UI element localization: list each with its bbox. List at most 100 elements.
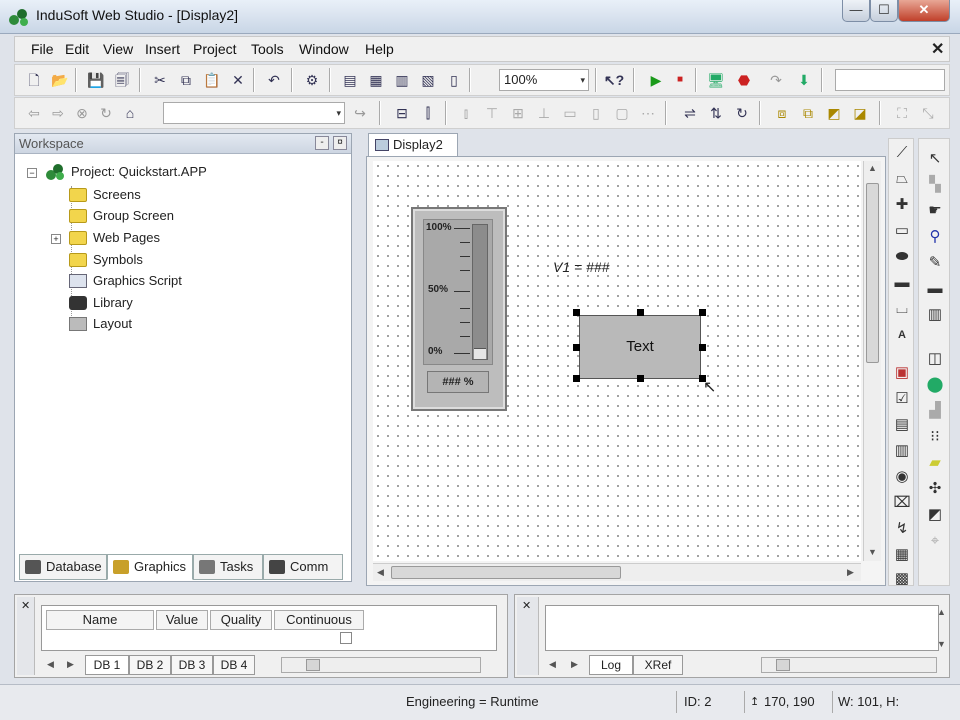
lock-object-icon[interactable]: ⛶ bbox=[891, 102, 913, 124]
scroll-left-icon[interactable]: ◀ bbox=[377, 567, 384, 578]
frame-icon[interactable]: ⌴ bbox=[892, 299, 912, 319]
text-tool-icon[interactable]: A bbox=[892, 325, 912, 345]
menu-help[interactable]: Help bbox=[365, 41, 394, 57]
select-arrow-icon[interactable]: ↖ bbox=[925, 149, 945, 169]
button-tool-icon[interactable]: ▣ bbox=[892, 363, 912, 383]
vertical-scroll-thumb[interactable] bbox=[866, 183, 879, 363]
horizontal-scrollbar[interactable]: ◀ ▶ bbox=[373, 563, 861, 581]
align-middle-icon[interactable]: ⊞ bbox=[507, 102, 529, 124]
save-all-icon[interactable]: 🗐 bbox=[111, 69, 133, 91]
flip-vertical-icon[interactable]: ⇅ bbox=[705, 102, 727, 124]
document-close-icon[interactable]: ✕ bbox=[931, 39, 944, 59]
send-to-target-icon[interactable]: ↷ bbox=[765, 69, 787, 91]
visibility-icon[interactable]: ⁝⁝ bbox=[925, 427, 945, 447]
expand-icon[interactable]: + bbox=[51, 234, 61, 244]
horizontal-scrollbar[interactable] bbox=[761, 657, 937, 673]
alarm-icon[interactable]: ▦ bbox=[892, 545, 912, 565]
forward-arrow-icon[interactable]: ⇨ bbox=[47, 102, 69, 124]
column-header-value[interactable]: Value bbox=[156, 610, 208, 630]
menu-view[interactable]: View bbox=[103, 41, 133, 57]
scroll-thumb[interactable] bbox=[776, 659, 790, 671]
continuous-checkbox[interactable] bbox=[340, 632, 352, 644]
scroll-up-icon[interactable]: ▲ bbox=[937, 607, 946, 617]
collapse-icon[interactable]: − bbox=[27, 168, 37, 178]
group-icon[interactable]: ⧈ bbox=[771, 102, 793, 124]
stop-load-icon[interactable]: ⊗ bbox=[71, 102, 93, 124]
tag-search-input[interactable] bbox=[835, 69, 945, 91]
command-icon[interactable]: ☛ bbox=[925, 201, 945, 221]
polyline-icon[interactable]: ⟋ bbox=[892, 143, 912, 163]
minimize-button[interactable]: — bbox=[842, 0, 870, 22]
ruler-icon[interactable]: ▯ bbox=[443, 69, 465, 91]
text-io-icon[interactable]: ✎ bbox=[925, 253, 945, 273]
tab-scroll-left-icon[interactable]: ◀ bbox=[549, 659, 556, 670]
menu-file[interactable]: File bbox=[31, 41, 54, 57]
rounded-rectangle-icon[interactable]: ▭ bbox=[892, 221, 912, 241]
paste-icon[interactable]: 📋 bbox=[201, 69, 223, 91]
tab-db4[interactable]: DB 4 bbox=[213, 655, 255, 675]
cut-icon[interactable]: ✂ bbox=[149, 69, 171, 91]
same-size-icon[interactable]: ▢ bbox=[611, 102, 633, 124]
grid-object-icon[interactable]: ▩ bbox=[892, 569, 912, 589]
horizontal-scrollbar[interactable] bbox=[281, 657, 481, 673]
hyperlink-icon[interactable]: ⚲ bbox=[925, 227, 945, 247]
ellipse-icon[interactable]: ⬬ bbox=[892, 247, 912, 267]
screen-attributes-icon[interactable]: ▤ bbox=[339, 69, 361, 91]
delete-icon[interactable]: ✕ bbox=[227, 69, 249, 91]
scroll-right-icon[interactable]: ▶ bbox=[847, 567, 854, 578]
tab-comm[interactable]: Comm bbox=[263, 554, 343, 580]
bar-graph-object[interactable]: 100% 50% 0% ### % bbox=[411, 207, 507, 411]
stop-sign-icon[interactable]: ⬣ bbox=[733, 69, 755, 91]
database-spy-table[interactable]: Name Value Quality Continuous bbox=[41, 605, 497, 651]
tab-scroll-left-icon[interactable]: ◀ bbox=[47, 659, 54, 670]
space-evenly-icon[interactable]: ⋯ bbox=[637, 102, 659, 124]
run-icon[interactable]: ▶ bbox=[645, 69, 667, 91]
resize-handle-sw[interactable] bbox=[573, 375, 580, 382]
column-header-quality[interactable]: Quality bbox=[210, 610, 272, 630]
menu-insert[interactable]: Insert bbox=[145, 41, 180, 57]
list-box-icon[interactable]: ▤ bbox=[892, 415, 912, 435]
undo-icon[interactable]: ↶ bbox=[263, 69, 285, 91]
resize-handle-ne[interactable] bbox=[699, 309, 706, 316]
refresh-icon[interactable]: ↻ bbox=[95, 102, 117, 124]
slider-icon[interactable]: ✣ bbox=[925, 479, 945, 499]
resize-handle-s[interactable] bbox=[637, 375, 644, 382]
smart-message-icon[interactable]: ⌧ bbox=[892, 493, 912, 513]
close-icon[interactable]: ✕ bbox=[522, 599, 531, 612]
rectangle-icon[interactable]: ▬ bbox=[892, 273, 912, 293]
rotation-icon[interactable]: ▟ bbox=[925, 401, 945, 421]
radio-button-icon[interactable]: ◉ bbox=[892, 467, 912, 487]
workspace-pin-button[interactable]: ¤ bbox=[333, 136, 347, 150]
menu-tools[interactable]: Tools bbox=[251, 41, 284, 57]
same-height-icon[interactable]: ▯ bbox=[585, 102, 607, 124]
tab-database[interactable]: Database bbox=[19, 554, 107, 580]
horizontal-scroll-thumb[interactable] bbox=[391, 566, 621, 579]
screen-canvas[interactable]: 100% 50% 0% ### % V1 = ### Text ↖ bbox=[373, 161, 861, 561]
tab-graphics[interactable]: Graphics bbox=[107, 554, 193, 580]
back-arrow-icon[interactable]: ⇦ bbox=[23, 102, 45, 124]
save-icon[interactable]: 💾 bbox=[85, 69, 107, 91]
scroll-thumb[interactable] bbox=[306, 659, 320, 671]
align-top-icon[interactable]: ⊤ bbox=[481, 102, 503, 124]
close-icon[interactable]: ✕ bbox=[21, 599, 30, 612]
remote-management-icon[interactable]: 🖥 bbox=[705, 69, 727, 91]
zoom-select[interactable]: 100% ▾ bbox=[499, 69, 589, 91]
align-center-icon[interactable]: ⫿ bbox=[417, 102, 439, 124]
stop-icon[interactable]: ■ bbox=[669, 69, 691, 91]
output-log-area[interactable] bbox=[545, 605, 939, 651]
vertical-scrollbar[interactable]: ▲ ▼ bbox=[863, 161, 881, 561]
copy-icon[interactable]: ⧉ bbox=[175, 69, 197, 91]
scroll-down-icon[interactable]: ▼ bbox=[937, 639, 946, 649]
fill-icon[interactable]: ▰ bbox=[925, 453, 945, 473]
color-animation-icon[interactable]: ▥ bbox=[925, 305, 945, 325]
close-window-button[interactable]: ✕ bbox=[898, 0, 950, 22]
tab-db2[interactable]: DB 2 bbox=[129, 655, 171, 675]
column-header-name[interactable]: Name bbox=[46, 610, 154, 630]
menu-edit[interactable]: Edit bbox=[65, 41, 89, 57]
ungroup-icon[interactable]: ⧉ bbox=[797, 102, 819, 124]
align-right-icon[interactable]: ⫾ bbox=[455, 102, 477, 124]
text-object[interactable]: Text bbox=[579, 315, 701, 379]
screen-list-icon[interactable]: ▦ bbox=[365, 69, 387, 91]
go-icon[interactable]: ↪ bbox=[349, 102, 371, 124]
combo-box-icon[interactable]: ▥ bbox=[892, 441, 912, 461]
